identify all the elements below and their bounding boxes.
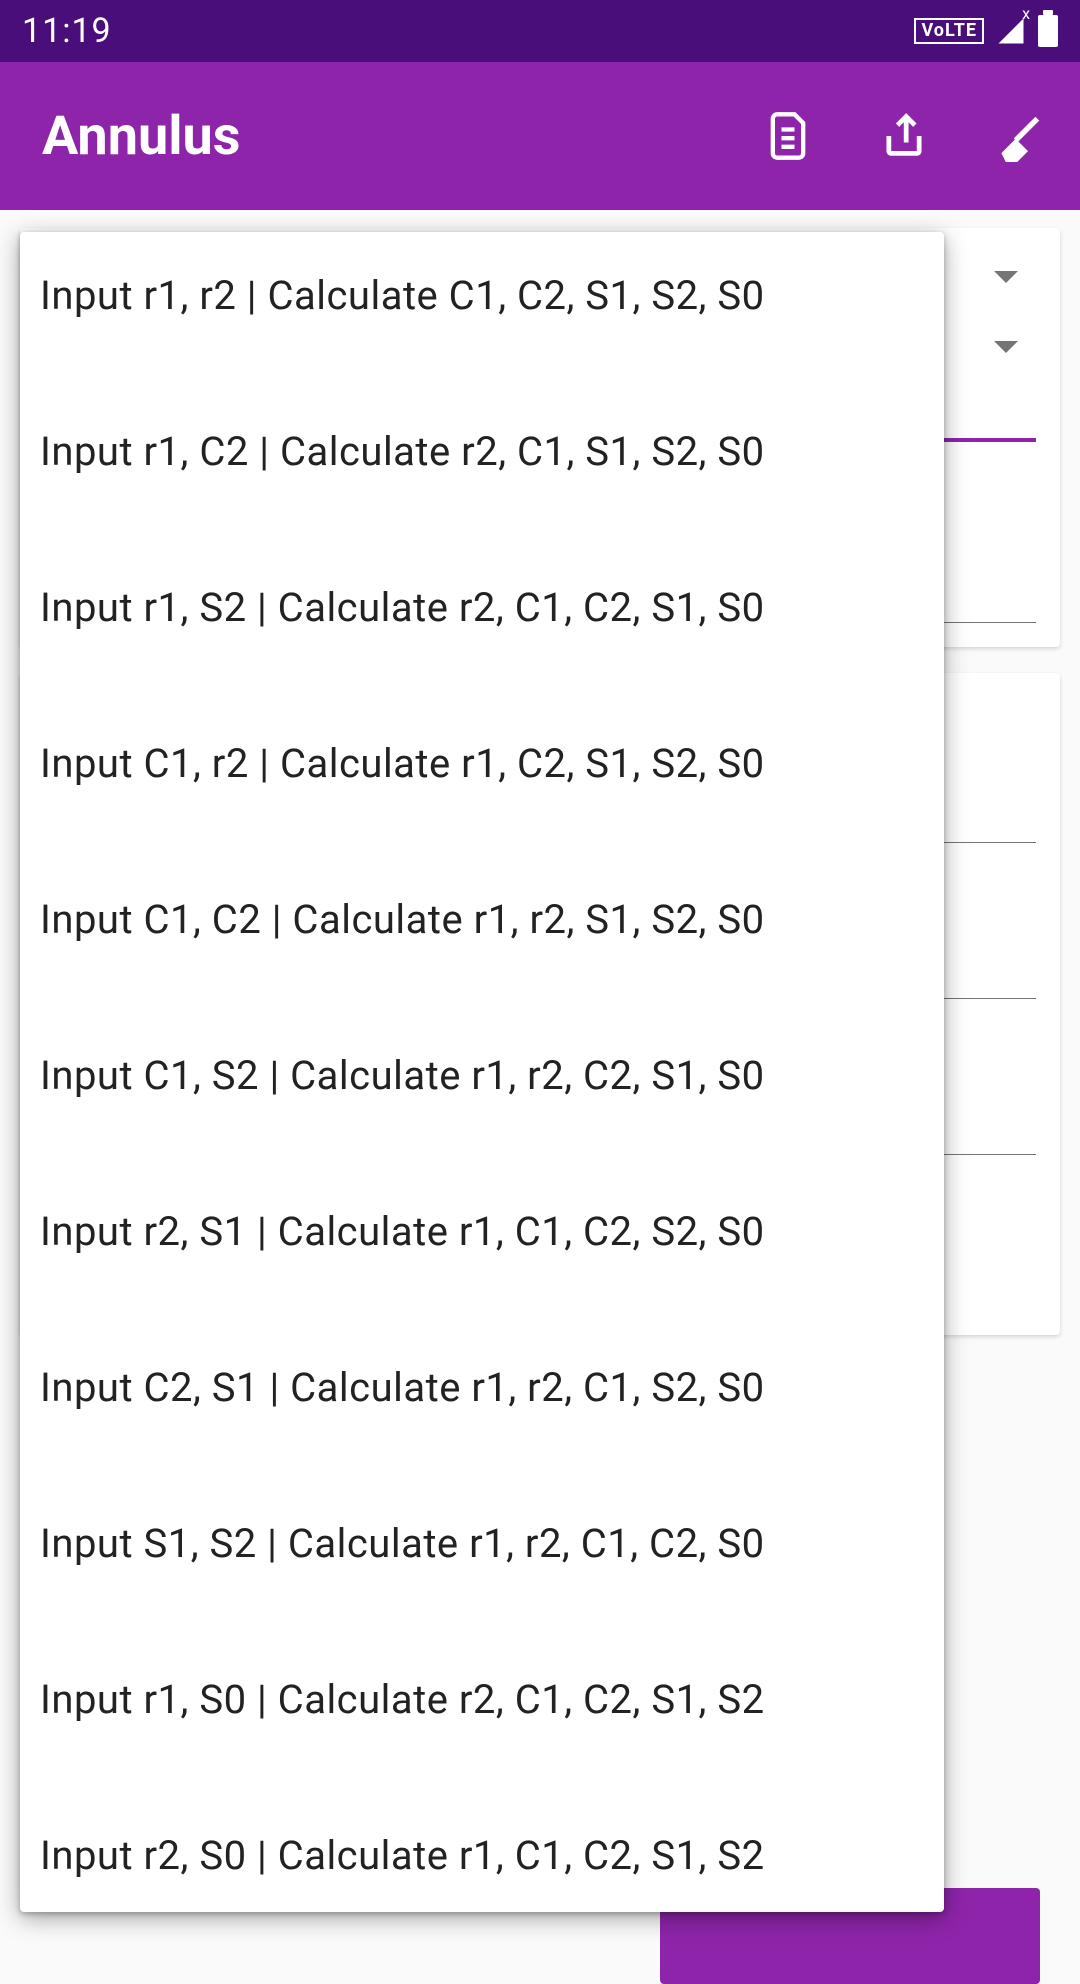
dropdown-option[interactable]: Input C1, r2 | Calculate r1, C2, S1, S2,… bbox=[20, 700, 944, 856]
dropdown-option[interactable]: Input C1, C2 | Calculate r1, r2, S1, S2,… bbox=[20, 856, 944, 1012]
app-bar: Annulus bbox=[0, 62, 1080, 210]
dropdown-caret-icon[interactable] bbox=[994, 271, 1018, 283]
clear-icon[interactable] bbox=[992, 108, 1048, 164]
calculation-mode-dropdown[interactable]: Input r1, r2 | Calculate C1, C2, S1, S2,… bbox=[20, 232, 944, 1912]
volte-indicator: VoLTE bbox=[914, 18, 984, 44]
share-icon[interactable] bbox=[876, 108, 932, 164]
status-bar: 11:19 VoLTE x bbox=[0, 0, 1080, 62]
signal-icon: x bbox=[994, 16, 1028, 46]
battery-icon bbox=[1038, 15, 1058, 47]
dropdown-option[interactable]: Input r2, S0 | Calculate r1, C1, C2, S1,… bbox=[20, 1792, 944, 1912]
dropdown-option[interactable]: Input C2, S1 | Calculate r1, r2, C1, S2,… bbox=[20, 1324, 944, 1480]
dropdown-option[interactable]: Input r2, S1 | Calculate r1, C1, C2, S2,… bbox=[20, 1168, 944, 1324]
status-right: VoLTE x bbox=[914, 15, 1058, 47]
dropdown-option[interactable]: Input r1, S0 | Calculate r2, C1, C2, S1,… bbox=[20, 1636, 944, 1792]
appbar-actions bbox=[760, 108, 1048, 164]
dropdown-option[interactable]: Input r1, C2 | Calculate r2, C1, S1, S2,… bbox=[20, 388, 944, 544]
dropdown-option[interactable]: Input r1, r2 | Calculate C1, C2, S1, S2,… bbox=[20, 232, 944, 388]
notes-icon[interactable] bbox=[760, 108, 816, 164]
dropdown-option[interactable]: Input C1, S2 | Calculate r1, r2, C2, S1,… bbox=[20, 1012, 944, 1168]
dropdown-caret-icon[interactable] bbox=[994, 341, 1018, 353]
page-title: Annulus bbox=[42, 105, 760, 168]
status-time: 11:19 bbox=[22, 11, 112, 51]
dropdown-option[interactable]: Input S1, S2 | Calculate r1, r2, C1, C2,… bbox=[20, 1480, 944, 1636]
dropdown-option[interactable]: Input r1, S2 | Calculate r2, C1, C2, S1,… bbox=[20, 544, 944, 700]
